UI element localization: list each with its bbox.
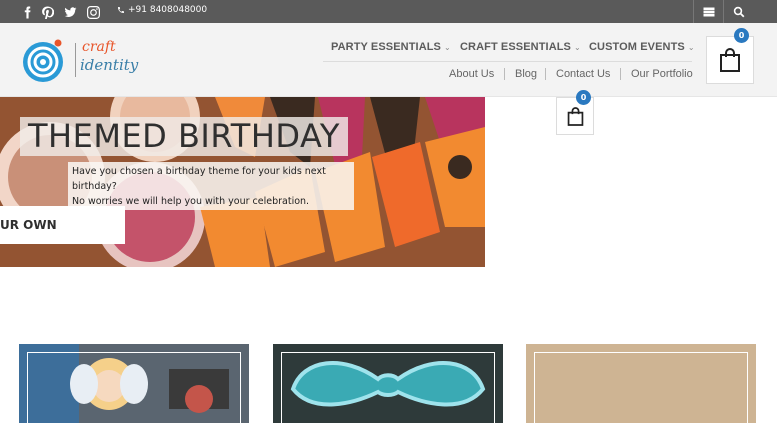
nav-custom-events[interactable]: CUSTOM EVENTS ⌄ [589,41,695,53]
chevron-down-icon: ⌄ [444,42,451,52]
nav-separator [620,68,621,80]
top-bar: +91 8408048000 [0,0,777,23]
shopping-bag-icon [567,106,583,126]
category-card-party[interactable] [19,344,249,423]
nav-label: PARTY ESSENTIALS [331,41,441,53]
nav-label: CUSTOM EVENTS [589,41,685,53]
logo-swirl-icon [23,39,63,82]
phone-icon [118,7,124,13]
menu-button[interactable] [693,0,723,23]
nav-contact-us[interactable]: Contact Us [556,68,610,80]
floating-cart-count-badge: 0 [576,90,591,105]
hero-description: Have you chosen a birthday theme for you… [68,162,354,210]
hero-desc-line: birthday? [72,181,117,192]
pinterest-icon[interactable] [39,4,55,20]
card-frame [534,352,748,423]
phone-text: +91 8408048000 [128,5,208,15]
nav-separator [545,68,546,80]
search-button[interactable] [723,0,753,23]
cart-button[interactable] [706,36,754,84]
chevron-down-icon: ⌄ [687,42,695,52]
logo-divider [75,43,76,77]
hamburger-icon [703,7,714,16]
instagram-icon[interactable] [85,4,101,20]
nav-blog[interactable]: Blog [515,68,537,80]
hero-title: THEMED BIRTHDAY [20,117,348,156]
nav-about-us[interactable]: About Us [449,68,494,80]
shopping-bag-icon [720,48,740,72]
category-card-custom[interactable] [526,344,756,423]
search-icon [733,6,744,17]
site-logo[interactable]: craft identity [22,37,139,85]
nav-party-essentials[interactable]: PARTY ESSENTIALS ⌄ [331,41,451,53]
site-header: craft identity PARTY ESSENTIALS ⌄ CRAFT E… [0,23,777,97]
cart-count-badge: 0 [734,28,749,43]
facebook-icon[interactable] [19,4,35,20]
card-frame [281,352,495,423]
nav-separator [504,68,505,80]
category-card-craft[interactable] [273,344,503,423]
logo-text-craft: craft [82,39,116,55]
hero-desc-line: Have you chosen a birthday theme for you… [72,166,326,177]
nav-divider [323,61,692,62]
hero-banner: THEMED BIRTHDAY Have you chosen a birthd… [0,97,485,267]
chevron-down-icon: ⌄ [574,42,581,52]
nav-our-portfolio[interactable]: Our Portfolio [631,68,693,80]
hero-cta-button[interactable]: UR OWN [0,206,125,244]
logo-text-identity: identity [80,56,139,74]
nav-label: CRAFT ESSENTIALS [460,41,571,53]
nav-craft-essentials[interactable]: CRAFT ESSENTIALS ⌄ [460,41,581,53]
card-frame [27,352,241,423]
twitter-icon[interactable] [62,4,78,20]
phone-number: +91 8408048000 [117,5,207,15]
